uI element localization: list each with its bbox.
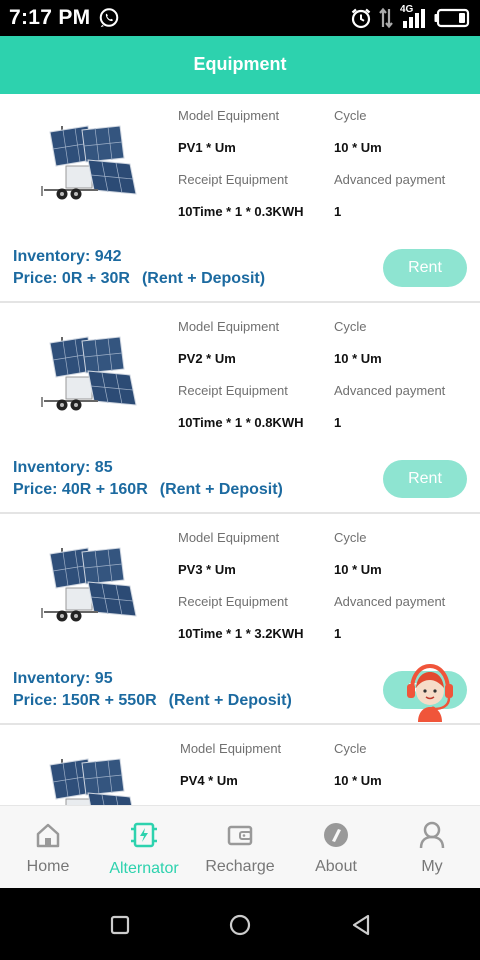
solar-trailer-image: [38, 753, 144, 805]
nav-about[interactable]: About: [288, 806, 384, 889]
nav-label: Recharge: [205, 858, 275, 875]
receipt-value: 10Time * 1 * 0.8KWH: [178, 415, 304, 430]
home-button-icon[interactable]: [225, 910, 255, 940]
model-value: PV1 * Um: [178, 140, 236, 155]
model-label: Model Equipment: [180, 741, 282, 756]
inventory-text: Inventory: 942: [13, 248, 122, 265]
model-value: PV2 * Um: [178, 351, 236, 366]
customer-support-icon[interactable]: [404, 662, 456, 722]
receipt-value: 10Time * 1 * 3.2KWH: [178, 626, 304, 641]
cycle-label: Cycle: [334, 741, 367, 756]
price-text: Price: 0R + 30R (Rent + Deposit): [13, 270, 265, 288]
price-value: Price: 40R + 160R: [13, 481, 148, 498]
equipment-card: Model Equipment Cycle PV2 * Um 10 * Um R…: [0, 305, 480, 514]
advanced-payment-label: Advanced payment: [334, 383, 446, 398]
solar-trailer-image: [38, 120, 144, 206]
home-icon: [36, 823, 60, 848]
signal-icon: 4G: [400, 4, 428, 30]
nav-recharge[interactable]: Recharge: [192, 806, 288, 889]
card-divider: [0, 723, 480, 725]
recent-apps-icon[interactable]: [105, 910, 135, 940]
whatsapp-icon: [99, 8, 119, 28]
equipment-card: Model Equipment Cycle PV1 * Um 10 * Um R…: [0, 94, 480, 303]
model-label: Model Equipment: [178, 108, 280, 123]
advanced-payment-value: 1: [334, 626, 342, 641]
alternator-icon: [131, 822, 157, 848]
app-header: Equipment: [0, 36, 480, 94]
nav-my[interactable]: My: [384, 806, 480, 889]
status-bar: 7:17 PM 4G: [0, 0, 480, 36]
rent-button[interactable]: Rent: [383, 249, 467, 287]
nav-label: Alternator: [109, 860, 179, 877]
cycle-value: 10 * Um: [334, 140, 382, 155]
cycle-label: Cycle: [334, 319, 367, 334]
inventory-text: Inventory: 95: [13, 670, 113, 687]
cycle-label: Cycle: [334, 108, 367, 123]
price-value: Price: 0R + 30R: [13, 270, 130, 287]
solar-trailer-image: [38, 331, 144, 417]
receipt-label: Receipt Equipment: [178, 383, 288, 398]
solar-trailer-image: [38, 542, 144, 628]
model-label: Model Equipment: [178, 530, 280, 545]
price-value: Price: 150R + 550R: [13, 692, 157, 709]
price-text: Price: 150R + 550R (Rent + Deposit): [13, 692, 292, 710]
receipt-value: 10Time * 1 * 0.3KWH: [178, 204, 304, 219]
receipt-label: Receipt Equipment: [178, 172, 288, 187]
user-icon: [419, 821, 445, 849]
model-value: PV4 * Um: [180, 773, 238, 788]
bottom-nav: Home Alternator Recharge About My: [0, 805, 480, 888]
rent-button[interactable]: Rent: [383, 460, 467, 498]
back-icon[interactable]: [346, 910, 376, 940]
status-icons: 4G: [350, 4, 470, 30]
equipment-card: Model Equipment Cycle PV4 * Um 10 * Um: [0, 727, 480, 805]
cycle-value: 10 * Um: [334, 773, 382, 788]
battery-icon: [434, 8, 470, 28]
alarm-icon: [351, 8, 371, 29]
advanced-payment-value: 1: [334, 204, 342, 219]
nav-alternator[interactable]: Alternator: [96, 806, 192, 889]
receipt-label: Receipt Equipment: [178, 594, 288, 609]
data-transfer-icon: [379, 7, 393, 29]
nav-label: My: [421, 858, 443, 875]
price-text: Price: 40R + 160R (Rent + Deposit): [13, 481, 283, 499]
rent-deposit-note: (Rent + Deposit): [159, 481, 283, 498]
card-divider: [0, 301, 480, 303]
model-value: PV3 * Um: [178, 562, 236, 577]
advanced-payment-label: Advanced payment: [334, 594, 446, 609]
advanced-payment-label: Advanced payment: [334, 172, 446, 187]
nav-label: About: [315, 858, 357, 875]
card-divider: [0, 512, 480, 514]
rent-deposit-note: (Rent + Deposit): [141, 270, 266, 287]
wallet-icon: [227, 825, 253, 846]
rent-deposit-note: (Rent + Deposit): [168, 692, 292, 709]
inventory-text: Inventory: 85: [13, 459, 113, 476]
nav-label: Home: [26, 858, 70, 875]
system-navigation-bar: [0, 888, 480, 960]
cycle-label: Cycle: [334, 530, 367, 545]
model-label: Model Equipment: [178, 319, 280, 334]
nav-home[interactable]: Home: [0, 806, 96, 889]
status-time: 7:17 PM: [9, 6, 91, 29]
cycle-value: 10 * Um: [334, 351, 382, 366]
advanced-payment-value: 1: [334, 415, 342, 430]
about-icon: [324, 823, 348, 847]
page-title: Equipment: [193, 54, 287, 74]
cycle-value: 10 * Um: [334, 562, 382, 577]
